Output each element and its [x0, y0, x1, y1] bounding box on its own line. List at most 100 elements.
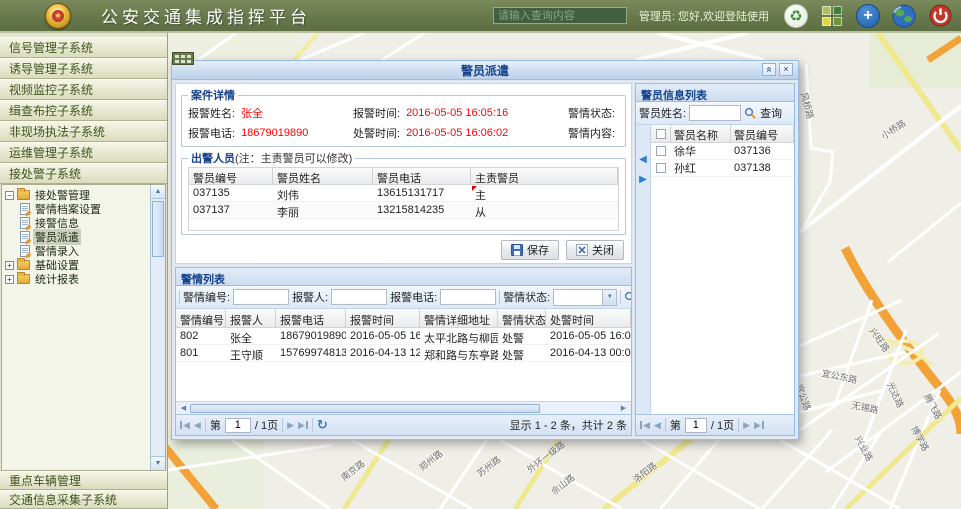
sidebar-item[interactable]: 视频监控子系统: [0, 79, 167, 100]
sidebar-item[interactable]: 运维管理子系统: [0, 142, 167, 163]
last-page-icon[interactable]: ▶: [298, 421, 308, 430]
dispatch-legend: 出警人员(注：主责警员可以修改): [188, 150, 355, 166]
chevron-down-icon[interactable]: ▼: [602, 290, 616, 305]
filter-input[interactable]: [233, 289, 289, 305]
close-icon[interactable]: ×: [779, 63, 793, 76]
sidebar-item[interactable]: 交通信息采集子系统: [0, 490, 167, 509]
column-header[interactable]: 警情编号▼: [176, 309, 226, 327]
sidebar-item[interactable]: 重点车辆管理: [0, 471, 167, 490]
filter-input[interactable]: [440, 289, 496, 305]
dialog-titlebar[interactable]: 警员派遣 « ×: [172, 61, 798, 80]
page-number-input[interactable]: [225, 418, 251, 433]
table-row[interactable]: 037135刘伟13615131717主: [189, 185, 618, 202]
table-row[interactable]: 徐华037136: [651, 143, 794, 160]
scroll-right-icon[interactable]: ▶: [617, 404, 630, 412]
tree-item[interactable]: 接警信息: [5, 216, 149, 230]
column-header[interactable]: 报警电话: [276, 309, 346, 327]
tree-scrollbar[interactable]: ▲ ▼: [150, 185, 165, 470]
scroll-left-icon[interactable]: ◀: [177, 404, 190, 412]
tree-item[interactable]: +统计报表: [5, 272, 149, 286]
filter-input[interactable]: [331, 289, 387, 305]
scroll-thumb[interactable]: [190, 404, 540, 413]
prev-page-icon[interactable]: ◀: [654, 421, 661, 430]
checkbox-icon[interactable]: [656, 146, 666, 156]
officer-search-button[interactable]: 查询: [744, 105, 782, 121]
checkbox-icon[interactable]: [656, 163, 666, 173]
first-page-icon[interactable]: ◀: [640, 421, 650, 430]
expand-toggle-icon[interactable]: +: [5, 261, 14, 270]
table-row[interactable]: 037137李丽13215814235从: [189, 202, 618, 219]
case-field-value: 张全: [241, 105, 263, 121]
column-header[interactable]: 警员编号: [189, 168, 273, 184]
first-page-icon[interactable]: ◀: [180, 421, 190, 430]
tree-item[interactable]: −接处警管理: [5, 188, 149, 202]
power-icon[interactable]: [927, 3, 953, 29]
page-prefix-label: 第: [670, 417, 681, 433]
alert-search-button[interactable]: 查询: [624, 289, 631, 305]
officer-table-header[interactable]: 警员名称警员编号: [651, 125, 794, 143]
horizontal-scrollbar[interactable]: ◀ ▶: [176, 401, 631, 414]
move-right-icon[interactable]: ▶: [639, 175, 647, 185]
save-button[interactable]: 保存: [501, 240, 559, 260]
page-number-input[interactable]: [685, 418, 707, 433]
next-page-icon[interactable]: ▶: [287, 421, 294, 430]
status-select[interactable]: ▼: [553, 289, 617, 306]
panel-handle-icon[interactable]: [172, 52, 194, 65]
table-row[interactable]: 801王守顺157699748132016-04-13 12:...郑和路与东亭…: [176, 345, 631, 362]
apps-grid-icon[interactable]: [819, 3, 845, 29]
table-row[interactable]: 802张全186790198902016-05-05 16:...太平北路与柳园…: [176, 328, 631, 345]
column-header[interactable]: 警情详细地址: [420, 309, 498, 327]
record-summary: 显示 1 - 2 条，共计 2 条: [510, 417, 627, 433]
checkbox-icon[interactable]: [656, 129, 666, 139]
case-detail-area: 案件详情 报警姓名:张全报警时间:2016-05-05 16:05:16警情状态…: [175, 83, 632, 264]
expand-toggle-icon[interactable]: −: [5, 191, 14, 200]
sidebar-item[interactable]: 诱导管理子系统: [0, 58, 167, 79]
next-page-icon[interactable]: ▶: [743, 421, 750, 430]
table-cell: 802: [176, 328, 226, 344]
column-header[interactable]: 处警时间: [546, 309, 631, 327]
collapse-icon[interactable]: «: [762, 63, 776, 76]
officer-name-input[interactable]: [689, 105, 741, 121]
tree-item[interactable]: 警员派遣: [5, 230, 149, 244]
alert-table-header[interactable]: 警情编号▼报警人报警电话报警时间警情详细地址警情状态处警时间: [176, 309, 631, 328]
sidebar-item[interactable]: 信号管理子系统: [0, 37, 167, 58]
globe-icon[interactable]: [891, 3, 917, 29]
scroll-thumb[interactable]: [152, 201, 164, 257]
officer-name-cell: 徐华: [671, 142, 731, 160]
column-header[interactable]: 警员名称: [671, 125, 731, 142]
select-all-checkbox[interactable]: [651, 125, 671, 142]
last-page-icon[interactable]: ▶: [754, 421, 764, 430]
column-header[interactable]: 警员编号: [731, 125, 794, 142]
close-button[interactable]: 关闭: [566, 240, 624, 260]
scroll-up-icon[interactable]: ▲: [151, 185, 165, 199]
column-header[interactable]: 报警人: [226, 309, 276, 327]
officer-id-cell: 037138: [731, 161, 794, 175]
tree-item[interactable]: 警情档案设置: [5, 202, 149, 216]
row-checkbox[interactable]: [651, 145, 671, 157]
column-header[interactable]: 警情状态: [498, 309, 546, 327]
tree-item[interactable]: 警情录入: [5, 244, 149, 258]
global-search-input[interactable]: [493, 7, 627, 24]
sidebar-item[interactable]: 缉查布控子系统: [0, 100, 167, 121]
sidebar-item[interactable]: 非现场执法子系统: [0, 121, 167, 142]
dispatch-table-body: 037135刘伟13615131717主037137李丽13215814235从: [188, 185, 619, 231]
move-left-icon[interactable]: ◀: [639, 155, 647, 165]
column-header[interactable]: 主责警员: [471, 168, 618, 184]
refresh-icon[interactable]: ↻: [317, 417, 328, 433]
filter-label: 报警电话:: [390, 289, 437, 305]
scroll-down-icon[interactable]: ▼: [151, 456, 165, 470]
prev-page-icon[interactable]: ◀: [194, 421, 201, 430]
case-field-label: 警情状态:: [568, 105, 615, 121]
table-row[interactable]: 孙红037138: [651, 160, 794, 177]
add-icon[interactable]: +: [855, 3, 881, 29]
tree-item[interactable]: +基础设置: [5, 258, 149, 272]
row-checkbox[interactable]: [651, 162, 671, 174]
column-header[interactable]: 警员姓名: [273, 168, 373, 184]
column-header[interactable]: 报警时间: [346, 309, 420, 327]
expand-toggle-icon[interactable]: +: [5, 275, 14, 284]
recycle-icon[interactable]: ♻: [783, 3, 809, 29]
dispatch-table-header[interactable]: 警员编号警员姓名警员电话主责警员: [188, 167, 619, 185]
sidebar-item[interactable]: 接处警子系统: [0, 163, 167, 184]
dispatch-fieldset: 出警人员(注：主责警员可以修改) 警员编号警员姓名警员电话主责警员 037135…: [181, 150, 626, 235]
column-header[interactable]: 警员电话: [373, 168, 471, 184]
